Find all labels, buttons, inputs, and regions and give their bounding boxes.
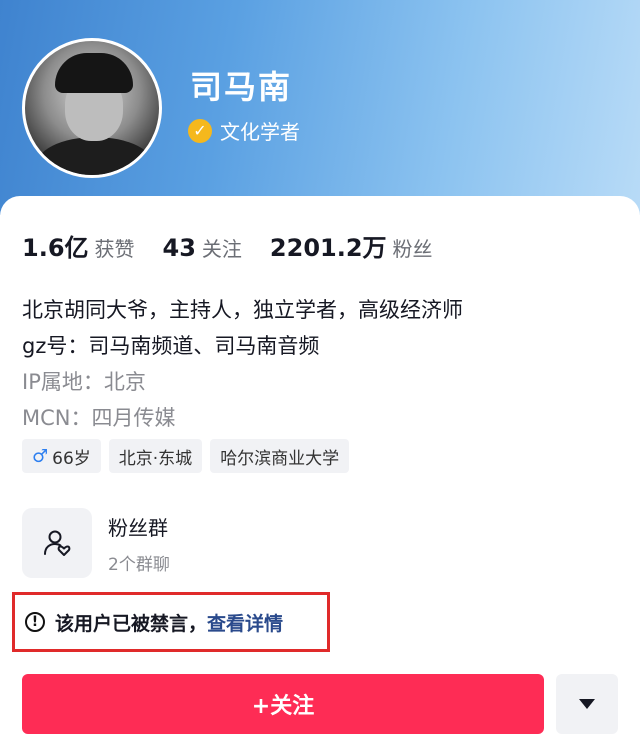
stat-label: 获赞 [94, 237, 135, 261]
bio-line: 北京胡同大爷，主持人，独立学者，高级经济师 [22, 298, 463, 322]
bio-line: gz号：司马南频道、司马南音频 [22, 334, 320, 358]
banned-text: 该用户已被禁言， [55, 612, 208, 635]
caret-down-icon [579, 699, 595, 709]
warning-icon: ! [25, 612, 45, 632]
profile-card: 1.6亿 获赞 43 关注 2201.2万 粉丝 北京胡同大爷，主持人，独立学者… [0, 196, 640, 756]
profile-header: 司马南 ✓ 文化学者 [0, 0, 640, 215]
stat-value: 1.6亿 [22, 234, 89, 262]
mcn-info: MCN：四月传媒 [22, 406, 176, 430]
profile-tags: ♂ 66岁 北京·东城 哈尔滨商业大学 [22, 439, 350, 473]
stat-following[interactable]: 43 关注 [163, 233, 242, 262]
stats-row: 1.6亿 获赞 43 关注 2201.2万 粉丝 [22, 228, 461, 263]
verified-check-icon: ✓ [188, 118, 212, 143]
avatar-shirt [35, 137, 155, 175]
stat-value: 43 [162, 234, 196, 262]
avatar[interactable] [22, 38, 162, 178]
follow-button[interactable]: +关注 [22, 674, 544, 734]
fan-group-count: 2个群聊 [108, 555, 170, 575]
verification-label: 文化学者 [220, 120, 300, 144]
avatar-hair [55, 53, 133, 93]
age-label: 66岁 [52, 448, 91, 469]
stat-likes[interactable]: 1.6亿 获赞 [22, 228, 135, 263]
age-tag: ♂ 66岁 [22, 439, 101, 473]
banned-notice: ! 该用户已被禁言，查看详情 [12, 592, 330, 652]
more-options-button[interactable] [556, 674, 618, 734]
profile-name: 司马南 [190, 68, 293, 106]
stat-followers[interactable]: 2201.2万 粉丝 [270, 228, 433, 263]
verification-tag: ✓ 文化学者 [188, 116, 300, 145]
male-icon: ♂ [32, 445, 49, 467]
fan-group-entry[interactable]: 粉丝群 2个群聊 [22, 508, 342, 578]
location-tag: 北京·东城 [108, 439, 203, 473]
view-details-link[interactable]: 查看详情 [207, 613, 283, 635]
stat-value: 2201.2万 [269, 234, 387, 262]
bio: 北京胡同大爷，主持人，独立学者，高级经济师 gz号：司马南频道、司马南音频 IP… [22, 292, 463, 436]
stat-label: 粉丝 [392, 237, 433, 261]
fan-group-title: 粉丝群 [108, 516, 168, 540]
ip-location: IP属地：北京 [22, 370, 146, 394]
school-tag: 哈尔滨商业大学 [210, 439, 350, 473]
stat-label: 关注 [201, 237, 242, 261]
fan-group-icon [22, 508, 92, 578]
